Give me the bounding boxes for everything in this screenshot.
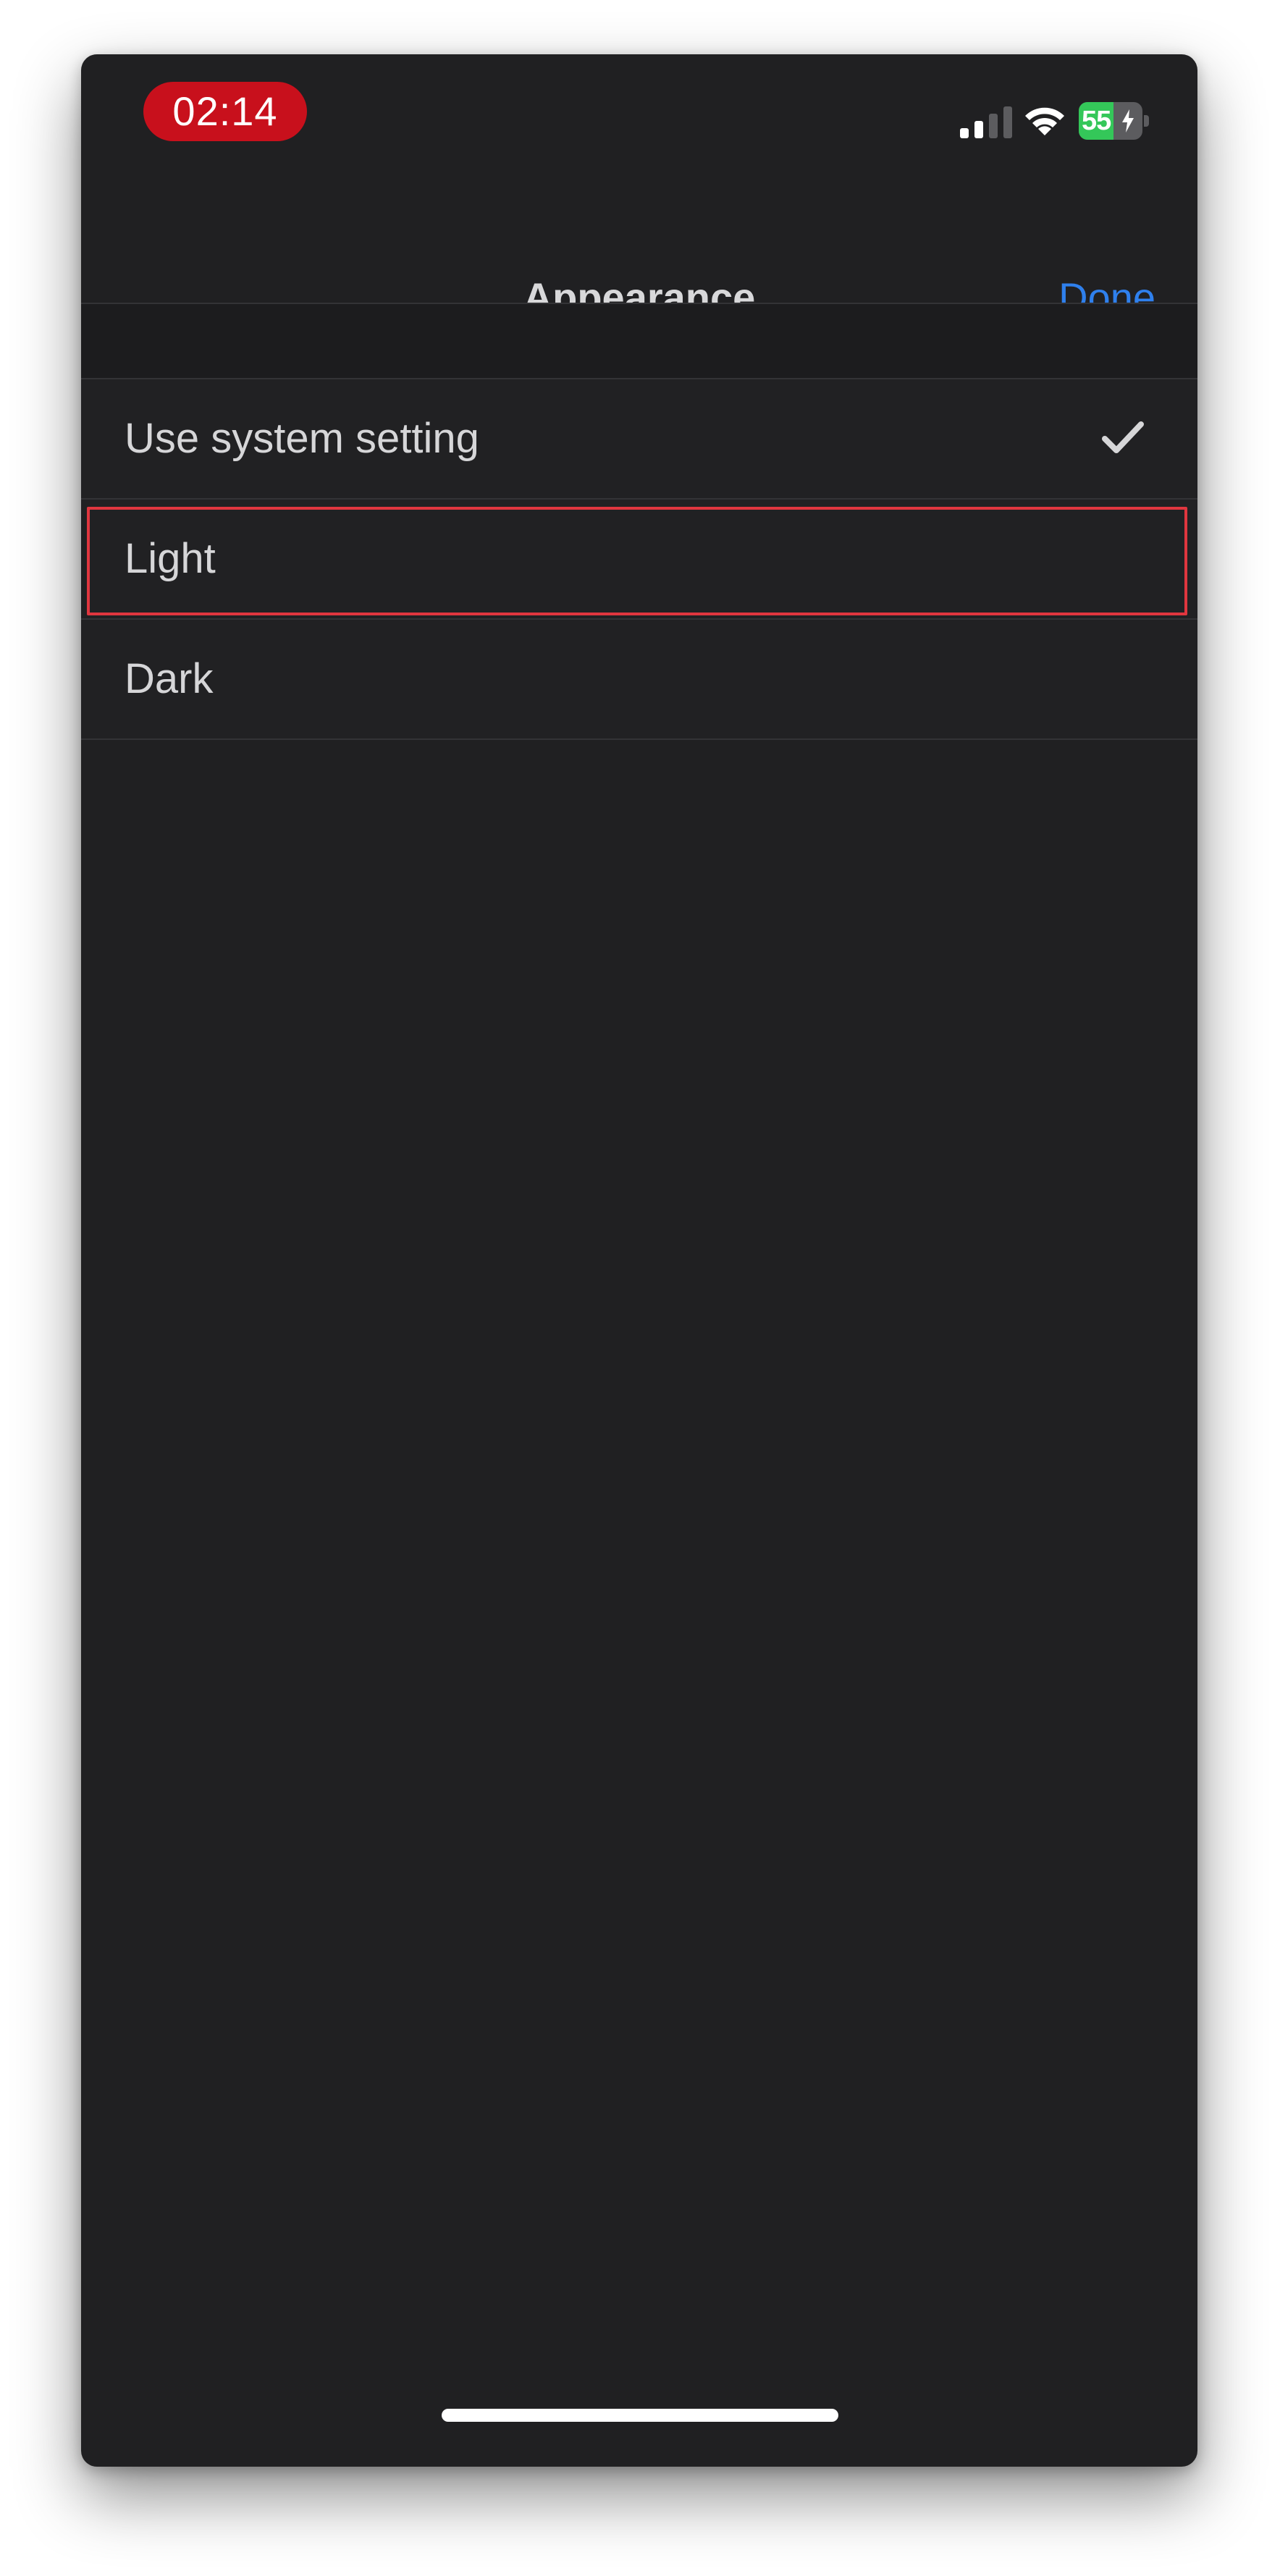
option-dark[interactable]: Dark [81, 620, 1197, 738]
status-time-pill: 02:14 [143, 82, 307, 141]
bolt-icon [1122, 109, 1134, 132]
battery-nub [1144, 115, 1149, 127]
battery-level: 55 [1082, 106, 1111, 136]
option-use-system-setting[interactable]: Use system setting [81, 379, 1197, 498]
group-bottom-divider [81, 738, 1197, 740]
wifi-icon [1025, 107, 1064, 135]
home-indicator [442, 2409, 838, 2422]
phone-screen: 02:14 55 Appearance Done Use system sett… [81, 54, 1197, 2467]
option-light[interactable]: Light [81, 500, 1197, 618]
option-label: Dark [125, 655, 214, 702]
section-gap [81, 304, 1197, 378]
checkmark-icon [1102, 421, 1144, 453]
status-time: 02:14 [172, 88, 278, 134]
battery-charging-icon: 55 [1079, 102, 1150, 140]
battery-body: 55 [1079, 102, 1142, 140]
option-label: Use system setting [125, 415, 479, 462]
cellular-signal-icon [960, 106, 1012, 138]
option-label: Light [125, 535, 216, 582]
